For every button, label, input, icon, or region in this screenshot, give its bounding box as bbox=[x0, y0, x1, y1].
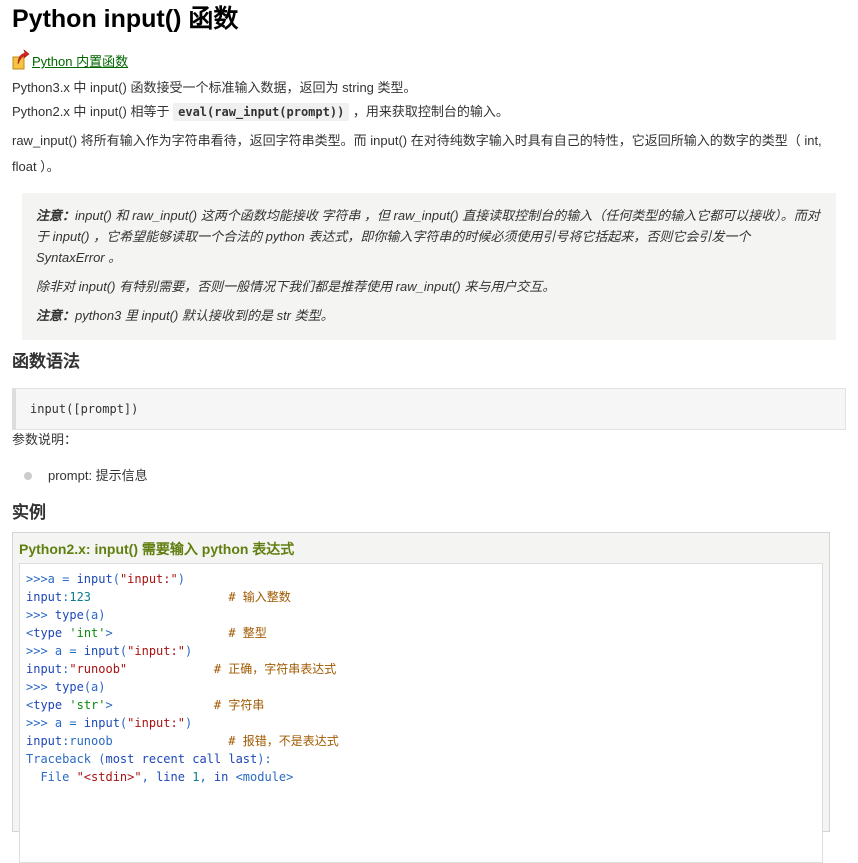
code-line: File "<stdin>", line 1, in <module> bbox=[26, 770, 294, 784]
example-title: Python2.x: input() 需要输入 python 表达式 bbox=[19, 541, 295, 557]
param-text: prompt: 提示信息 bbox=[48, 468, 148, 483]
intro-p2-before: Python2.x 中 input() 相等于 bbox=[12, 104, 170, 119]
note-p3: 注意：python3 里 input() 默认接收到的是 str 类型。 bbox=[36, 305, 822, 326]
back-link-label: Python 内置函数 bbox=[32, 54, 129, 69]
code-line: input:123 # 输入整数 bbox=[26, 590, 291, 604]
code-block: >>>a = input("input:") input:123 # 输入整数 >>… bbox=[19, 563, 823, 863]
code-line: <type 'str'> # 字符串 bbox=[26, 698, 265, 712]
code-line: input:runoob # 报错，不是表达式 bbox=[26, 734, 339, 748]
article: Python input() 函数 Python 内置函数 Python3.x … bbox=[0, 0, 858, 863]
up-arrow-icon bbox=[12, 49, 30, 70]
example-heading: 实例 bbox=[12, 503, 46, 522]
code-line: Traceback (most recent call last): bbox=[26, 752, 272, 766]
code-line: >>> a = input("input:") bbox=[26, 716, 193, 730]
code-line: >>> type(a) bbox=[26, 680, 106, 694]
syntax-code: input([prompt]) bbox=[30, 402, 139, 416]
note-text-3: python3 里 input() 默认接收到的是 str 类型。 bbox=[75, 308, 334, 323]
code-line: >>>a = input("input:") bbox=[26, 572, 185, 586]
example-box: Python2.x: input() 需要输入 python 表达式 >>>a … bbox=[12, 532, 830, 863]
code-line: <type 'int'> # 整型 bbox=[26, 626, 267, 640]
note-label-3: 注意： bbox=[36, 308, 76, 323]
list-item: prompt: 提示信息 bbox=[24, 466, 846, 486]
bullet-icon bbox=[24, 472, 32, 480]
code-line: >>> a = input("input:") bbox=[26, 644, 193, 658]
builtin-functions-link[interactable]: Python 内置函数 bbox=[12, 48, 128, 70]
params-label: 参数说明： bbox=[12, 432, 78, 447]
syntax-heading: 函数语法 bbox=[12, 352, 80, 371]
intro-p2: Python2.x 中 input() 相等于 eval(raw_input(p… bbox=[12, 102, 846, 122]
code-line: input:"runoob" # 正确，字符串表达式 bbox=[26, 662, 337, 676]
inline-code: eval(raw_input(prompt)) bbox=[173, 103, 350, 121]
code-line: >>> type(a) bbox=[26, 608, 106, 622]
note-label-1: 注意： bbox=[36, 208, 76, 223]
page-title: Python input() 函数 bbox=[12, 5, 239, 33]
syntax-code-box: input([prompt]) bbox=[12, 388, 846, 430]
note-box: 注意：input() 和 raw_input() 这两个函数均能接收 字符串 ，… bbox=[22, 193, 836, 340]
intro-p2-after: ，用来获取控制台的输入。 bbox=[352, 104, 509, 119]
note-p1: 注意：input() 和 raw_input() 这两个函数均能接收 字符串 ，… bbox=[36, 205, 822, 268]
params-list: prompt: 提示信息 bbox=[12, 466, 846, 486]
back-row: Python 内置函数 bbox=[12, 44, 846, 70]
intro-p1: Python3.x 中 input() 函数接受一个标准输入数据，返回为 str… bbox=[12, 80, 417, 95]
note-text-1: input() 和 raw_input() 这两个函数均能接收 字符串 ，但 r… bbox=[36, 208, 820, 265]
intro-p3: raw_input() 将所有输入作为字符串看待，返回字符串类型。而 input… bbox=[12, 133, 822, 174]
note-p2: 除非对 input() 有特别需要，否则一般情况下我们都是推荐使用 raw_in… bbox=[36, 279, 556, 294]
